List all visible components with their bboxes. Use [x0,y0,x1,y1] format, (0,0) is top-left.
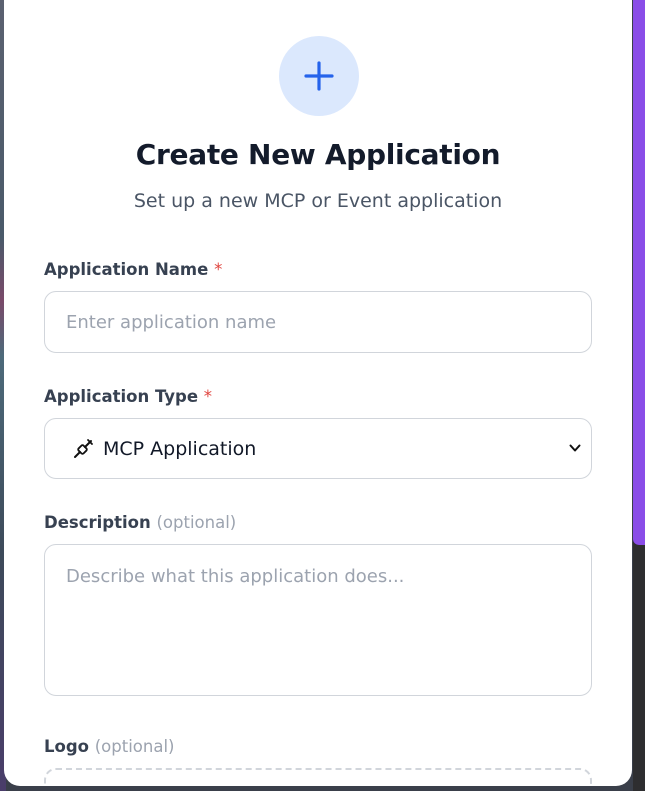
description-textarea[interactable]: Describe what this application does... [44,544,592,696]
application-name-label-text: Application Name [44,260,209,279]
logo-label-text: Logo [44,737,89,756]
application-type-label-text: Application Type [44,387,199,406]
required-mark: * [214,260,223,279]
required-mark: * [203,387,213,406]
page-scrollbar-track[interactable] [633,0,645,791]
application-name-input[interactable]: Enter application name [44,291,592,353]
description-label: Description (optional) [44,513,236,532]
plug-icon [74,439,93,458]
logo-label: Logo (optional) [44,737,175,756]
logo-upload-dropzone[interactable] [44,768,592,786]
header-icon-circle [279,36,359,116]
plus-icon [304,61,334,91]
modal-subtitle: Set up a new MCP or Event application [133,190,503,212]
application-type-label: Application Type * [44,387,212,406]
page-scrollbar-thumb[interactable] [633,0,645,545]
create-application-modal: Create New Application Set up a new MCP … [4,0,632,786]
optional-text: (optional) [156,513,237,532]
description-placeholder: Describe what this application does... [66,566,405,587]
application-type-select[interactable]: MCP Application [44,418,592,479]
optional-text: (optional) [94,737,175,756]
application-name-label: Application Name * [44,260,222,279]
modal-title: Create New Application [135,138,501,171]
chevron-down-icon [569,444,581,452]
application-type-selected: MCP Application [103,438,257,460]
application-name-placeholder: Enter application name [66,312,277,333]
description-label-text: Description [44,513,151,532]
